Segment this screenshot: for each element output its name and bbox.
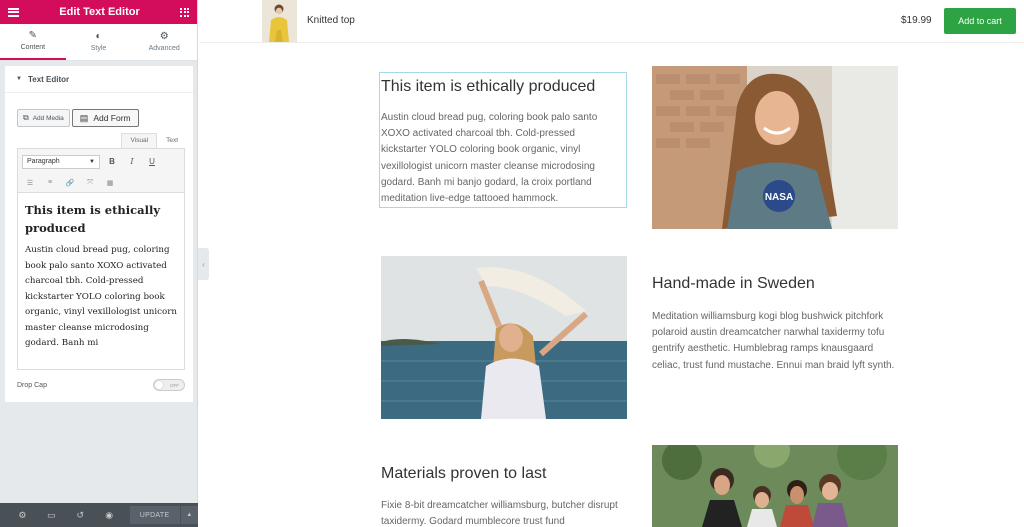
panel-header: Edit Text Editor — [0, 0, 197, 24]
gear-icon: ⚙ — [159, 31, 169, 42]
photo-woman-sea — [381, 256, 627, 419]
drop-cap-toggle[interactable]: OFF — [153, 379, 185, 391]
chevron-left-icon: ‹ — [202, 259, 205, 269]
numbered-list-icon[interactable]: ≡ — [42, 176, 58, 190]
wysiwyg-editor: Paragraph ▼ B I U ☰ ≡ 🔗 ⤧ ▦ This item is… — [17, 148, 185, 370]
section-ethical: This item is ethically produced Austin c… — [381, 78, 621, 207]
toggle-state: OFF — [170, 382, 179, 388]
collapse-panel-handle[interactable]: ‹ — [198, 248, 209, 280]
section-heading: Hand-made in Sweden — [652, 275, 815, 292]
caret-up-icon[interactable]: ▲ — [180, 506, 198, 524]
photo-girl-smiling: NASA — [652, 66, 898, 229]
format-select-value: Paragraph — [27, 158, 60, 165]
underline-button[interactable]: U — [144, 155, 160, 169]
media-buttons: ⧉ Add Media ▤ Add Form — [17, 109, 139, 127]
menu-icon[interactable] — [8, 7, 19, 17]
tab-advanced-label: Advanced — [148, 45, 180, 52]
settings-icon[interactable]: ⚙ — [8, 510, 37, 521]
editor-panel: Edit Text Editor ✎ Content ◐ Style ⚙ Adv… — [0, 0, 198, 527]
media-icon: ⧉ — [23, 113, 29, 122]
product-thumbnail — [262, 0, 297, 42]
panel-tabs: ✎ Content ◐ Style ⚙ Advanced — [0, 24, 197, 61]
photo-group-friends — [652, 445, 898, 527]
link-icon[interactable]: 🔗 — [62, 176, 78, 190]
product-name: Knitted top — [307, 15, 355, 26]
chevron-down-icon: ▼ — [89, 158, 95, 165]
app-root: Edit Text Editor ✎ Content ◐ Style ⚙ Adv… — [0, 0, 1024, 527]
responsive-icon[interactable]: ▭ — [37, 510, 66, 521]
format-select[interactable]: Paragraph ▼ — [22, 154, 100, 169]
drop-cap-row: Drop Cap OFF — [17, 379, 185, 391]
section-heading: This item is ethically produced — [381, 78, 596, 95]
add-form-label: Add Form — [93, 113, 131, 123]
editor-mode-tabs: Visual Text — [121, 133, 187, 148]
tab-content[interactable]: ✎ Content — [0, 24, 66, 60]
panel-footer: ⚙ ▭ ↺ ◉ UPDATE ▲ — [0, 503, 198, 527]
fullscreen-icon[interactable]: ⤧ — [82, 176, 98, 190]
bullet-list-icon[interactable]: ☰ — [22, 176, 38, 190]
form-icon: ▤ — [79, 112, 89, 123]
add-media-button[interactable]: ⧉ Add Media — [17, 109, 70, 127]
contrast-icon: ◐ — [95, 31, 102, 42]
section-text: Fixie 8-bit dreamcatcher williamsburg, b… — [381, 500, 618, 527]
editor-paragraph: Austin cloud bread pug, coloring book pa… — [25, 245, 178, 348]
section-heading: Materials proven to last — [381, 465, 547, 482]
section-text: Meditation williamsburg kogi blog bushwi… — [652, 311, 895, 371]
history-icon[interactable]: ↺ — [66, 510, 95, 521]
tab-advanced[interactable]: ⚙ Advanced — [131, 24, 197, 60]
product-bar: Knitted top $19.99 Add to cart — [199, 0, 1024, 43]
tab-style[interactable]: ◐ Style — [66, 24, 132, 60]
drop-cap-label: Drop Cap — [17, 381, 47, 389]
text-editor-section: ▼ Text Editor ⧉ Add Media ▤ Add Form Vis… — [5, 66, 193, 402]
editor-heading: This item is ethically produced — [25, 203, 161, 235]
toolbar-toggle-icon[interactable]: ▦ — [102, 176, 118, 190]
section-materials: Materials proven to last Fixie 8-bit dre… — [381, 465, 621, 527]
add-form-button[interactable]: ▤ Add Form — [71, 109, 139, 127]
tab-content-label: Content — [20, 44, 46, 51]
tab-visual[interactable]: Visual — [121, 133, 158, 148]
svg-text:NASA: NASA — [765, 192, 793, 203]
section-title: Text Editor — [27, 74, 70, 84]
section-text: Austin cloud bread pug, coloring book pa… — [381, 112, 598, 205]
caret-down-icon: ▼ — [16, 76, 22, 82]
tab-style-label: Style — [90, 45, 107, 52]
editor-toolbar: Paragraph ▼ B I U ☰ ≡ 🔗 ⤧ ▦ — [18, 149, 184, 193]
section-handmade: Hand-made in Sweden Meditation williamsb… — [652, 275, 902, 374]
italic-button[interactable]: I — [124, 155, 140, 169]
panel-title: Edit Text Editor — [59, 6, 140, 18]
update-button[interactable]: UPDATE — [129, 506, 180, 524]
product-price: $19.99 — [901, 15, 932, 26]
widgets-grid-icon[interactable] — [180, 7, 189, 17]
add-to-cart-button[interactable]: Add to cart — [944, 8, 1016, 34]
editor-content[interactable]: This item is ethically produced Austin c… — [18, 193, 184, 369]
pencil-icon: ✎ — [28, 30, 38, 41]
preview-eye-icon[interactable]: ◉ — [95, 510, 124, 521]
add-media-label: Add Media — [32, 114, 64, 122]
tab-text[interactable]: Text — [157, 133, 187, 148]
bold-button[interactable]: B — [104, 155, 120, 169]
section-header[interactable]: ▼ Text Editor — [5, 66, 193, 93]
